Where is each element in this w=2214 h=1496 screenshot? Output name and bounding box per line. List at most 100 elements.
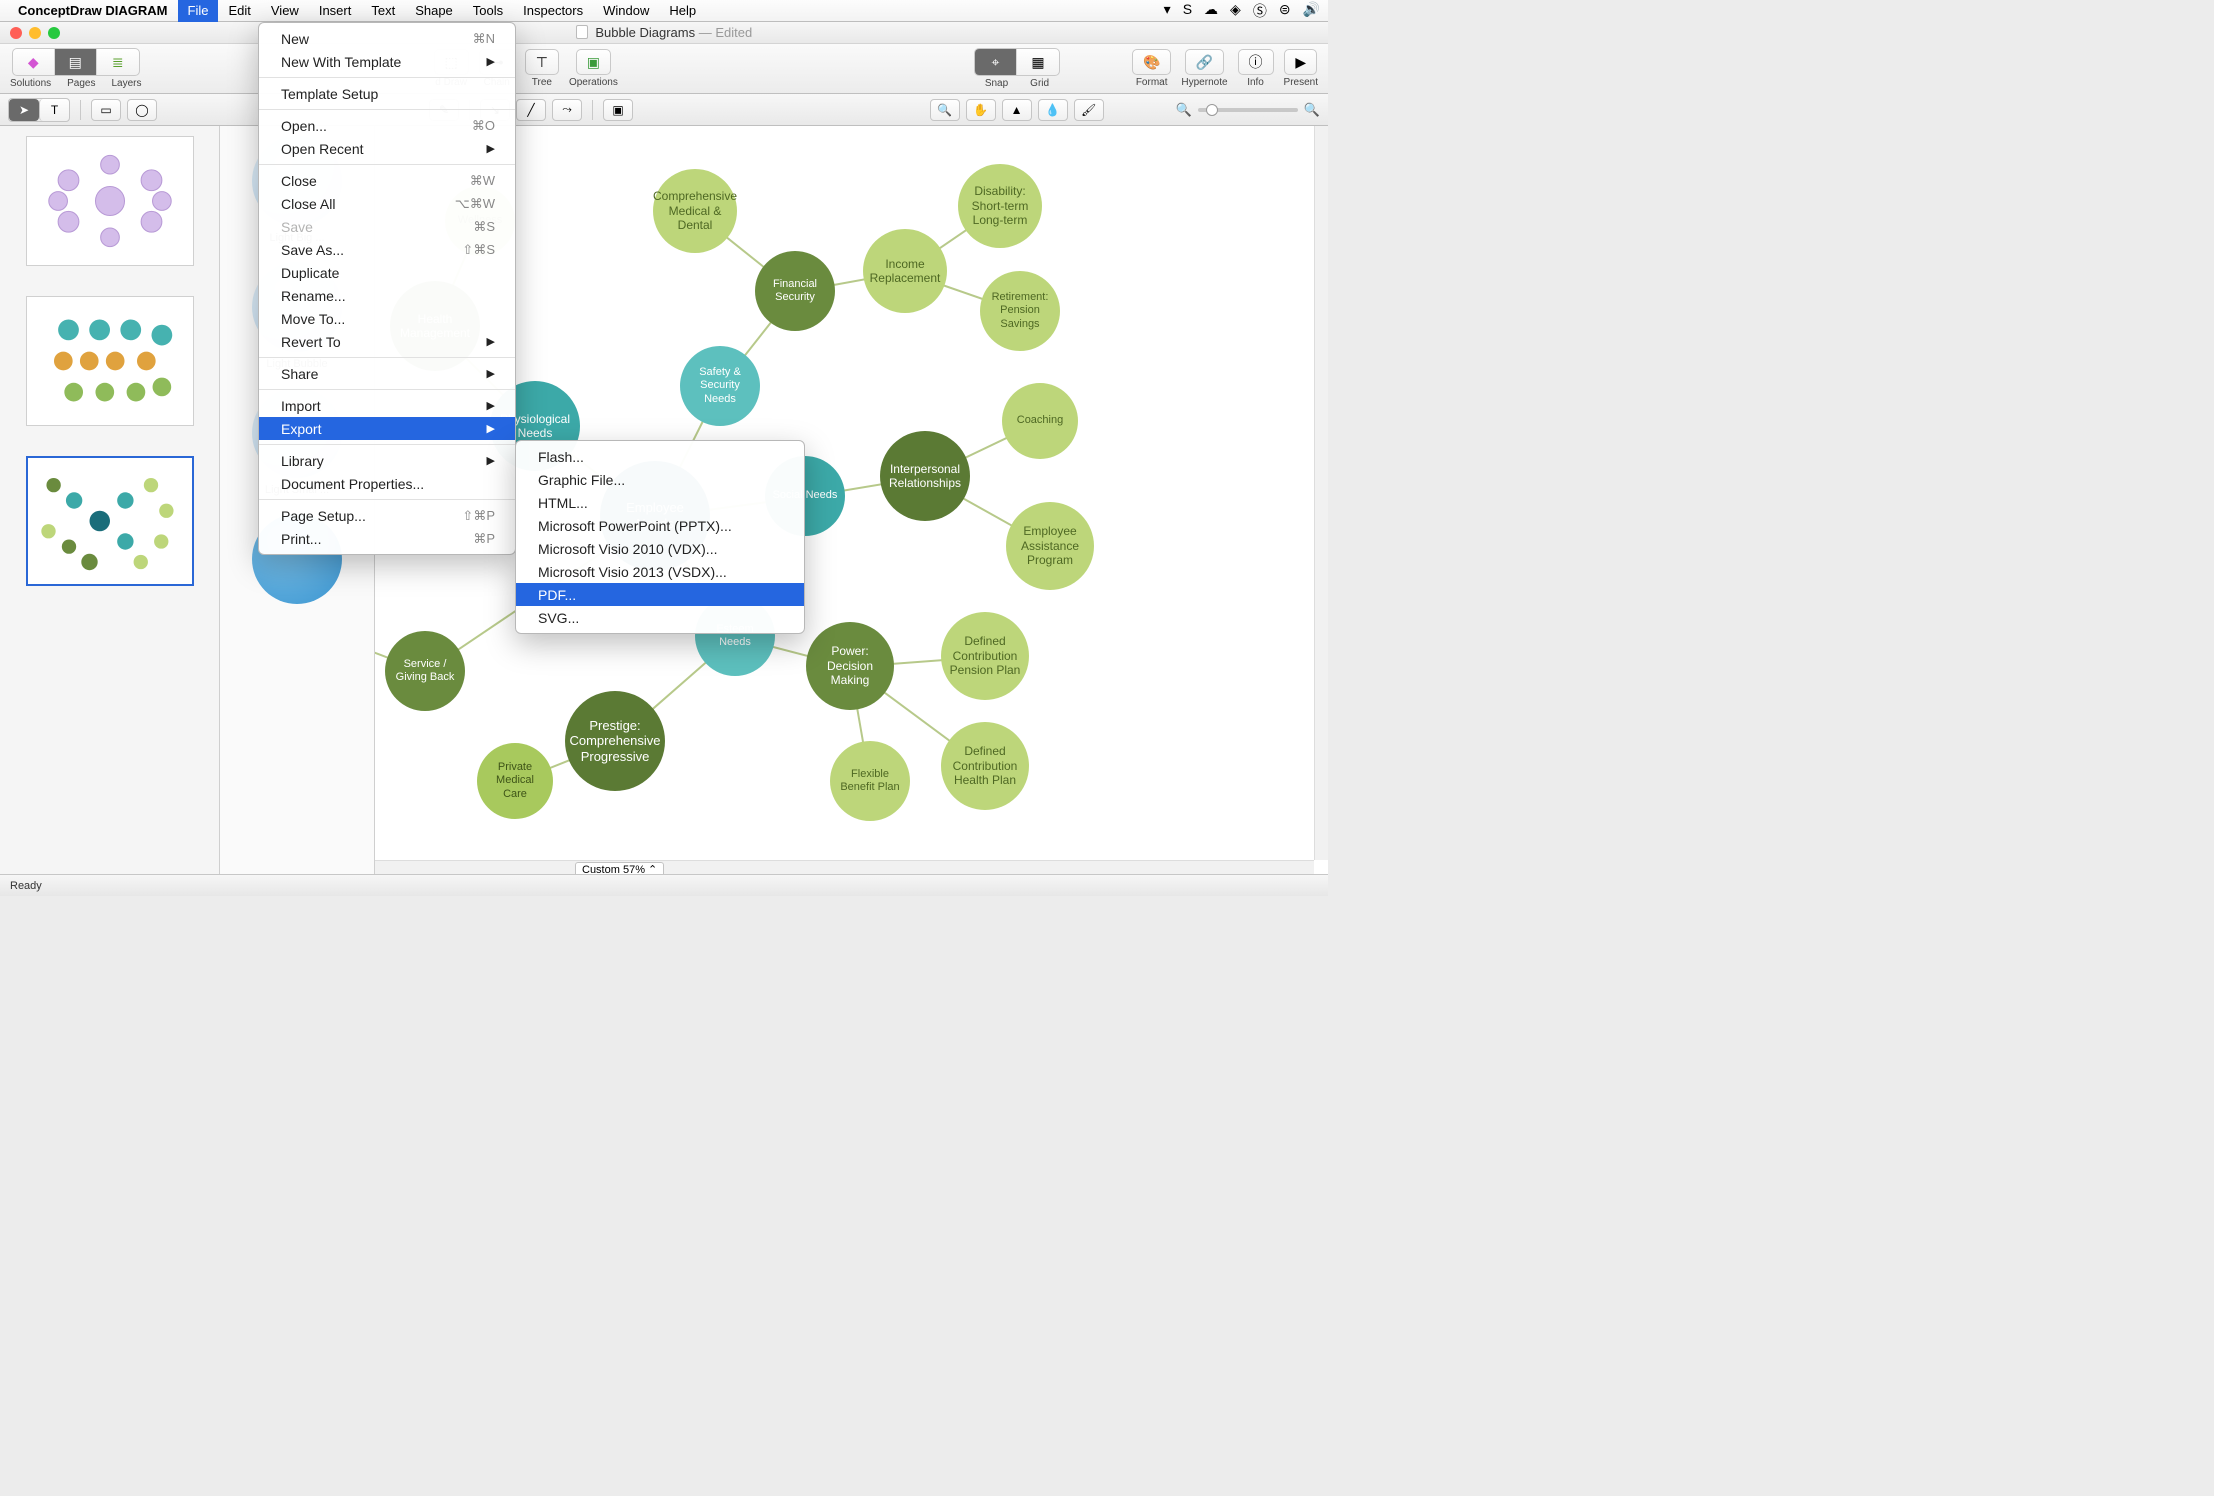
snap-button[interactable]: ⌖: [975, 49, 1017, 75]
file-menu-rename-[interactable]: Rename...: [259, 284, 515, 307]
grid-button[interactable]: ▦: [1017, 49, 1059, 75]
layers-button[interactable]: ≣: [97, 49, 139, 75]
eyedropper-tool[interactable]: 💧: [1038, 99, 1068, 121]
app-name[interactable]: ConceptDraw DIAGRAM: [18, 3, 168, 18]
cloud-icon[interactable]: ☁: [1204, 1, 1218, 21]
zoom-slider[interactable]: [1198, 108, 1298, 112]
vlc-icon[interactable]: ▾: [1164, 1, 1171, 21]
bubble-income-replacement[interactable]: Income Replacement: [863, 229, 947, 313]
menu-window[interactable]: Window: [593, 0, 659, 22]
menu-inspectors[interactable]: Inspectors: [513, 0, 593, 22]
bubble-disability-short-term-long-term[interactable]: Disability: Short-term Long-term: [958, 164, 1042, 248]
file-menu-library[interactable]: Library▶: [259, 449, 515, 472]
clip-tool[interactable]: ▣: [603, 99, 633, 121]
export-microsoft-visio-vdx-[interactable]: Microsoft Visio 2010 (VDX)...: [516, 537, 804, 560]
export-flash-[interactable]: Flash...: [516, 445, 804, 468]
pages-button[interactable]: ▤: [55, 49, 97, 75]
export-svg-[interactable]: SVG...: [516, 606, 804, 629]
zoom-in-icon[interactable]: 🔍: [1304, 102, 1320, 118]
bubble-interpersonal-relationships[interactable]: Interpersonal Relationships: [880, 431, 970, 521]
file-menu-print-[interactable]: Print...⌘P: [259, 527, 515, 550]
file-menu-close[interactable]: Close⌘W: [259, 169, 515, 192]
pages-panel[interactable]: [0, 126, 220, 874]
export-microsoft-powerpoint-pptx-[interactable]: Microsoft PowerPoint (PPTX)...: [516, 514, 804, 537]
menu-shape[interactable]: Shape: [405, 0, 463, 22]
solutions-button[interactable]: ◆: [13, 49, 55, 75]
file-menu-new-with-template[interactable]: New With Template▶: [259, 50, 515, 73]
diamond-icon[interactable]: ◈: [1230, 1, 1241, 21]
menu-help[interactable]: Help: [659, 0, 706, 22]
export-submenu: Flash...Graphic File...HTML...Microsoft …: [515, 440, 805, 634]
bubble-private-medical-care[interactable]: Private Medical Care: [477, 743, 553, 819]
bubble-flexible-benefit-plan[interactable]: Flexible Benefit Plan: [830, 741, 910, 821]
line-tool[interactable]: ╱: [516, 99, 546, 121]
menu-tools[interactable]: Tools: [463, 0, 513, 22]
format-button[interactable]: 🎨: [1132, 49, 1171, 75]
menu-insert[interactable]: Insert: [309, 0, 362, 22]
page-thumb-1[interactable]: [26, 136, 194, 266]
bubble-retirement-pension-savings[interactable]: Retirement: Pension Savings: [980, 271, 1060, 351]
bubble-coaching[interactable]: Coaching: [1002, 383, 1078, 459]
brush-tool[interactable]: 🖌: [1074, 99, 1104, 121]
document-title[interactable]: Bubble Diagrams — Edited: [60, 25, 1268, 40]
tree-button[interactable]: ⊤: [525, 49, 559, 75]
pointer-tool[interactable]: ➤: [9, 99, 39, 121]
close-window-button[interactable]: [10, 27, 22, 39]
export-html-[interactable]: HTML...: [516, 491, 804, 514]
file-menu-share[interactable]: Share▶: [259, 362, 515, 385]
pan-tool[interactable]: ✋: [966, 99, 996, 121]
page-thumb-2[interactable]: [26, 296, 194, 426]
layers-label: Layers: [112, 78, 142, 89]
menu-view[interactable]: View: [261, 0, 309, 22]
bubble-service-giving-back[interactable]: Service / Giving Back: [385, 631, 465, 711]
file-menu-new[interactable]: New⌘N: [259, 27, 515, 50]
present-button[interactable]: ▶: [1284, 49, 1317, 75]
maximize-window-button[interactable]: [48, 27, 60, 39]
zoom-select[interactable]: Custom 57% ⌃: [575, 862, 664, 874]
file-menu-import[interactable]: Import▶: [259, 394, 515, 417]
file-menu-duplicate[interactable]: Duplicate: [259, 261, 515, 284]
bubble-employee-assistance-program[interactable]: Employee Assistance Program: [1006, 502, 1094, 590]
operations-button[interactable]: ▣: [576, 49, 611, 75]
volume-icon[interactable]: 🔊: [1303, 1, 1320, 21]
menu-edit[interactable]: Edit: [218, 0, 260, 22]
file-menu-export[interactable]: Export▶: [259, 417, 515, 440]
wifi-icon[interactable]: ⊜: [1279, 1, 1291, 21]
file-menu-move-to-[interactable]: Move To...: [259, 307, 515, 330]
file-menu-close-all[interactable]: Close All⌥⌘W: [259, 192, 515, 215]
file-menu-save-as-[interactable]: Save As...⇧⌘S: [259, 238, 515, 261]
bubble-financial-security[interactable]: Financial Security: [755, 251, 835, 331]
zoom-out-icon[interactable]: 🔍: [1176, 102, 1192, 118]
menu-file[interactable]: File: [178, 0, 219, 22]
bubble-comprehensive-medical-dental[interactable]: Comprehensive Medical & Dental: [653, 169, 737, 253]
bubble-safety-security-needs[interactable]: Safety & Security Needs: [680, 346, 760, 426]
minimize-window-button[interactable]: [29, 27, 41, 39]
export-pdf-[interactable]: PDF...: [516, 583, 804, 606]
bubble-defined-contribution-pension-plan[interactable]: Defined Contribution Pension Plan: [941, 612, 1029, 700]
bubble-defined-contribution-health-plan[interactable]: Defined Contribution Health Plan: [941, 722, 1029, 810]
page-thumb-3[interactable]: [26, 456, 194, 586]
search-tool[interactable]: 🔍: [930, 99, 960, 121]
export-microsoft-visio-vsdx-[interactable]: Microsoft Visio 2013 (VSDX)...: [516, 560, 804, 583]
vertical-scrollbar[interactable]: [1314, 126, 1328, 860]
text-tool[interactable]: T: [39, 99, 69, 121]
arc-tool[interactable]: ⤳: [552, 99, 582, 121]
stamp-tool[interactable]: ▲: [1002, 99, 1032, 121]
file-menu-open-[interactable]: Open...⌘O: [259, 114, 515, 137]
export-graphic-file-[interactable]: Graphic File...: [516, 468, 804, 491]
file-menu-template-setup[interactable]: Template Setup: [259, 82, 515, 105]
rect-tool[interactable]: ▭: [91, 99, 121, 121]
file-menu-open-recent[interactable]: Open Recent▶: [259, 137, 515, 160]
file-menu-revert-to[interactable]: Revert To▶: [259, 330, 515, 353]
bubble-prestige-comprehensive-progressive[interactable]: Prestige: Comprehensive Progressive: [565, 691, 665, 791]
file-menu-document-properties-[interactable]: Document Properties...: [259, 472, 515, 495]
skype-icon[interactable]: Ⓢ: [1253, 1, 1267, 21]
ellipse-tool[interactable]: ◯: [127, 99, 157, 121]
hypernote-button[interactable]: 🔗: [1185, 49, 1224, 75]
bubble-power-decision-making[interactable]: Power: Decision Making: [806, 622, 894, 710]
s-icon[interactable]: S: [1183, 1, 1192, 21]
menu-text[interactable]: Text: [361, 0, 405, 22]
file-menu-page-setup-[interactable]: Page Setup...⇧⌘P: [259, 504, 515, 527]
horizontal-scrollbar[interactable]: Custom 57% ⌃: [375, 860, 1314, 874]
info-button[interactable]: ⓘ: [1238, 49, 1274, 75]
